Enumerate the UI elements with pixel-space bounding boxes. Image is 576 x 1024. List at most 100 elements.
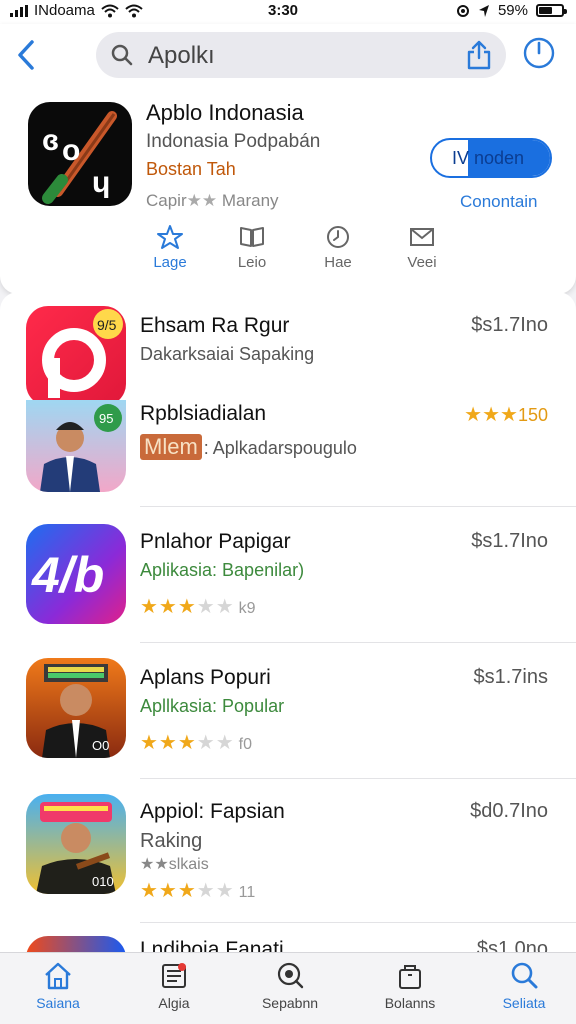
chevron-left-icon: [18, 40, 34, 70]
rating-suffix: Marany: [221, 191, 279, 210]
app-icon: 9/5: [26, 306, 126, 406]
app-title: Ehsam Ra Rgur: [140, 314, 290, 337]
app-rating: ★★★★★ k9: [140, 594, 256, 619]
wifi-icon: [125, 4, 143, 17]
share-icon[interactable]: [466, 40, 492, 70]
list-item[interactable]: Lndiboia Fanati $s1.0no: [0, 924, 576, 952]
star-icon: [157, 225, 183, 249]
search-bar[interactable]: Apolkı: [96, 32, 506, 78]
tab-label: Algia: [158, 995, 190, 1011]
rating-stars-on: ★★★: [140, 596, 197, 618]
rating-stars-on: ★★★: [140, 732, 197, 754]
notification-dot: [178, 963, 186, 971]
tab-saiana[interactable]: Saiana: [18, 961, 98, 1011]
app-subtitle: Apllkasia: Popular: [140, 696, 285, 716]
app-icon: 010: [26, 794, 126, 894]
tab-label: Seliata: [502, 995, 546, 1011]
app-price: $s1.0no: [476, 938, 548, 952]
status-bar: INdoama 3:30 59%: [0, 0, 576, 24]
svg-text:ɥ: ɥ: [92, 166, 110, 199]
tab-seliata[interactable]: Seliata: [484, 961, 564, 1011]
featured-title: Apblo Indonasia: [146, 100, 304, 125]
icon-badge: 010: [92, 874, 114, 889]
tab-label: Sepabnn: [261, 995, 319, 1011]
rating-stars: ★★: [186, 191, 218, 210]
app-icon: O0: [26, 658, 126, 758]
list-item[interactable]: 4/b Pnlahor Papigar Aplikasia: Bapenilar…: [0, 508, 576, 643]
search-target-icon: [277, 962, 304, 989]
app-title: Lndiboia Fanati: [140, 938, 284, 952]
battery-icon: [536, 4, 567, 17]
featured-card: Apolkı ɞ o ɥ Apblo Indonasia Indonasia P…: [0, 24, 576, 294]
featured-app-icon[interactable]: ɞ o ɥ: [28, 102, 132, 206]
icon-badge: 95: [99, 411, 113, 426]
battery-percent: 59%: [497, 2, 528, 19]
tab-bar: Saiana Algia Sepabnn Bolanns Seliata: [0, 952, 576, 1024]
clock: 3:30: [268, 2, 299, 19]
app-price: $s1.7ins: [473, 666, 549, 688]
tab-label: Bolanns: [384, 995, 436, 1011]
app-price: $s1.7Ino: [471, 530, 548, 552]
tab-label: Saiana: [36, 995, 80, 1011]
location-icon: [478, 4, 489, 17]
rating-prefix: Capir: [146, 191, 187, 210]
list-item[interactable]: 9/5 Ehsam Ra Rgur Dakarksaiai Sapaking $…: [0, 292, 576, 507]
get-button[interactable]: IV noden: [430, 138, 552, 178]
tab-label: Veei: [407, 254, 437, 271]
rating-stars-on: ★★★: [140, 880, 197, 902]
tab-lage[interactable]: Lage: [140, 224, 200, 271]
featured-subtitle: Indonasia Podpabán: [146, 131, 321, 152]
featured-tabs: Lage Leio Hae Veei: [140, 224, 440, 280]
tab-label: Leio: [237, 254, 267, 271]
tab-sepabnn[interactable]: Sepabnn: [250, 961, 330, 1011]
icon-badge: O0: [92, 738, 109, 753]
rating-count: 11: [238, 884, 256, 901]
app-rating: ★★★150: [464, 402, 548, 427]
app-price: $d0.7Ino: [470, 800, 548, 822]
app-subtitle: Raking: [140, 830, 203, 852]
tab-bolanns[interactable]: Bolanns: [370, 961, 450, 1011]
home-icon: [45, 962, 71, 990]
app-icon: [26, 936, 126, 952]
back-button[interactable]: [14, 38, 42, 72]
app-tag: Mlem: [140, 434, 202, 460]
tab-algia[interactable]: Algia: [134, 961, 214, 1011]
app-title: Aplans Popuri: [140, 666, 271, 689]
carrier: INdoama: [10, 2, 143, 19]
wifi-icon: [101, 4, 119, 17]
lock-rotation-icon: [456, 4, 469, 17]
icon-badge: 9/5: [97, 317, 117, 333]
rating-count: 150: [517, 405, 548, 425]
tab-hae[interactable]: Hae: [308, 224, 368, 271]
rating-stars: ★★★: [464, 404, 518, 426]
list-item[interactable]: O0 Aplans Popuri Apllkasia: Popular $s1.…: [0, 644, 576, 779]
app-icon: 4/b: [26, 524, 126, 624]
mail-icon: [410, 228, 434, 246]
rating-stars-off: ★★: [196, 732, 235, 754]
tab-label: Hae: [324, 254, 352, 271]
search-icon: [111, 44, 133, 66]
search-input[interactable]: Apolkı: [148, 42, 215, 70]
divider: [140, 778, 576, 779]
history-icon[interactable]: [522, 36, 556, 70]
app-icon: 95: [26, 400, 126, 492]
bag-icon: [399, 965, 421, 989]
app-subtitle: Aplikasia: Bapenilar): [140, 560, 305, 580]
signal-icon: [10, 4, 28, 17]
rating-stars-off: ★★: [196, 596, 235, 618]
app-title: Rpblsiadialan: [140, 402, 267, 425]
tab-veei[interactable]: Veei: [392, 224, 452, 271]
app-title: Pnlahor Papigar: [140, 530, 291, 553]
divider: [140, 922, 576, 923]
featured-link[interactable]: Conontain: [460, 192, 538, 212]
svg-text:ɞ: ɞ: [42, 124, 59, 157]
app-rating: ★★★★★ 11: [140, 878, 255, 903]
carrier-name: INdoama: [34, 2, 95, 19]
list-item[interactable]: 010 Appiol: Fapsian Raking ★★slkais $d0.…: [0, 780, 576, 923]
book-icon: [240, 227, 264, 247]
icon-text: 4/b: [31, 547, 104, 603]
app-title: Appiol: Fapsian: [140, 800, 285, 823]
app-subtitle: Mlem: Aplkadarspougulo: [140, 434, 357, 460]
divider: [140, 506, 576, 507]
tab-leio[interactable]: Leio: [222, 224, 282, 271]
